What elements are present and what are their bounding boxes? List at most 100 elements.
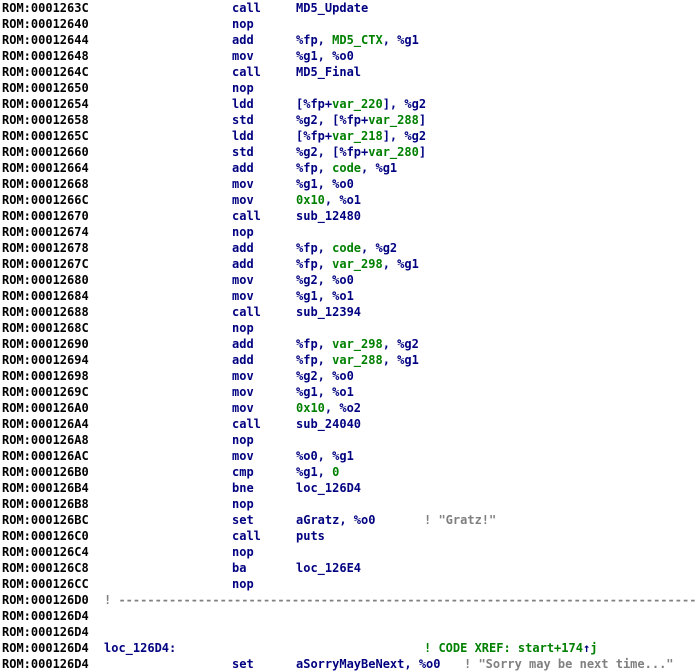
symbol-operand[interactable]: puts [296,529,325,543]
address[interactable]: ROM:00012658 [2,112,89,128]
operands[interactable]: %g1, %o1 [296,288,354,304]
address[interactable]: ROM:000126B8 [2,496,89,512]
mnemonic[interactable]: mov [232,288,254,304]
operands[interactable]: MD5_Update [296,0,368,16]
mnemonic[interactable]: nop [232,80,254,96]
listing-line[interactable]: ROM:000126B0 cmp %g1, 0 [0,464,698,480]
operands[interactable]: 0x10, %o2 [296,400,361,416]
mnemonic[interactable]: std [232,112,254,128]
address[interactable]: ROM:00012674 [2,224,89,240]
address[interactable]: ROM:00012688 [2,304,89,320]
mnemonic[interactable]: mov [232,368,254,384]
address[interactable]: ROM:00012650 [2,80,89,96]
address[interactable]: ROM:00012644 [2,32,89,48]
operands[interactable]: %g1, %o0 [296,176,354,192]
listing-line[interactable]: ROM:000126C4 nop [0,544,698,560]
listing-line[interactable]: ROM:000126CC nop [0,576,698,592]
code-label[interactable]: loc_126D4: [104,640,176,656]
operands[interactable]: 0x10, %o1 [296,192,361,208]
address[interactable]: ROM:0001265C [2,128,89,144]
listing-line[interactable]: ROM:0001265C ldd [%fp+var_218], %g2 [0,128,698,144]
address[interactable]: ROM:000126D4 [2,640,89,656]
mnemonic[interactable]: nop [232,432,254,448]
listing-line[interactable]: ROM:000126BC set aGratz, %o0 ! "Gratz!" [0,512,698,528]
listing-line[interactable]: ROM:000126D4 [0,608,698,624]
symbol-operand[interactable]: aGratz [296,513,339,527]
listing-line[interactable]: ROM:00012698 mov %g2, %o0 [0,368,698,384]
address[interactable]: ROM:000126D4 [2,656,89,672]
mnemonic[interactable]: add [232,336,254,352]
listing-line[interactable]: ROM:000126B8 nop [0,496,698,512]
mnemonic[interactable]: mov [232,48,254,64]
address[interactable]: ROM:00012698 [2,368,89,384]
mnemonic[interactable]: nop [232,544,254,560]
mnemonic[interactable]: nop [232,576,254,592]
mnemonic[interactable]: add [232,32,254,48]
listing-line[interactable]: ROM:000126B4 bne loc_126D4 [0,480,698,496]
operands[interactable]: aGratz, %o0 [296,512,375,528]
symbol-operand[interactable]: MD5_Update [296,1,368,15]
listing-line[interactable]: ROM:000126D0 ! --------------------------… [0,592,698,608]
listing-line[interactable]: ROM:00012658 std %g2, [%fp+var_288] [0,112,698,128]
mnemonic[interactable]: mov [232,448,254,464]
address[interactable]: ROM:000126A8 [2,432,89,448]
operands[interactable]: %fp, code, %g1 [296,160,397,176]
mnemonic[interactable]: mov [232,192,254,208]
address[interactable]: ROM:00012668 [2,176,89,192]
operands[interactable]: [%fp+var_218], %g2 [296,128,426,144]
mnemonic[interactable]: ba [232,560,246,576]
address[interactable]: ROM:0001268C [2,320,89,336]
mnemonic[interactable]: std [232,144,254,160]
symbol-operand[interactable]: loc_126E4 [296,561,361,575]
address[interactable]: ROM:000126BC [2,512,89,528]
listing-line[interactable]: ROM:00012674 nop [0,224,698,240]
mnemonic[interactable]: set [232,512,254,528]
address[interactable]: ROM:000126C0 [2,528,89,544]
listing-line[interactable]: ROM:00012664 add %fp, code, %g1 [0,160,698,176]
address[interactable]: ROM:0001266C [2,192,89,208]
listing-line[interactable]: ROM:00012690 add %fp, var_298, %g2 [0,336,698,352]
mnemonic[interactable]: call [232,304,261,320]
operands[interactable]: sub_12480 [296,208,361,224]
operands[interactable]: %fp, MD5_CTX, %g1 [296,32,419,48]
mnemonic[interactable]: call [232,416,261,432]
operands[interactable]: loc_126D4 [296,480,361,496]
operands[interactable]: sub_24040 [296,416,361,432]
listing-line[interactable]: ROM:0001263C call MD5_Update [0,0,698,16]
disassembly-listing[interactable]: ROM:0001263C call MD5_Update ROM:00012640 no… [0,0,698,672]
mnemonic[interactable]: cmp [232,464,254,480]
address[interactable]: ROM:0001263C [2,0,89,16]
symbol-operand[interactable]: aSorryMayBeNext [296,657,404,671]
address[interactable]: ROM:000126A4 [2,416,89,432]
operands[interactable]: %fp, var_298, %g1 [296,256,419,272]
address[interactable]: ROM:000126C8 [2,560,89,576]
listing-line[interactable]: ROM:0001267C add %fp, var_298, %g1 [0,256,698,272]
mnemonic[interactable]: bne [232,480,254,496]
mnemonic[interactable]: mov [232,176,254,192]
mnemonic[interactable]: mov [232,400,254,416]
listing-line[interactable]: ROM:00012648 mov %g1, %o0 [0,48,698,64]
operands[interactable]: %fp, var_288, %g1 [296,352,419,368]
address[interactable]: ROM:000126D4 [2,608,89,624]
operands[interactable]: %g2, %o0 [296,272,354,288]
address[interactable]: ROM:000126CC [2,576,89,592]
address[interactable]: ROM:00012654 [2,96,89,112]
listing-line[interactable]: ROM:00012650 nop [0,80,698,96]
symbol-operand[interactable]: MD5_Final [296,65,361,79]
mnemonic[interactable]: call [232,64,261,80]
mnemonic[interactable]: nop [232,496,254,512]
mnemonic[interactable]: call [232,0,261,16]
address[interactable]: ROM:00012684 [2,288,89,304]
listing-line[interactable]: ROM:00012684 mov %g1, %o1 [0,288,698,304]
operands[interactable]: sub_12394 [296,304,361,320]
address[interactable]: ROM:000126AC [2,448,89,464]
listing-line[interactable]: ROM:000126A4 call sub_24040 [0,416,698,432]
listing-line[interactable]: ROM:000126A0 mov 0x10, %o2 [0,400,698,416]
operands[interactable]: [%fp+var_220], %g2 [296,96,426,112]
listing-line[interactable]: ROM:00012694 add %fp, var_288, %g1 [0,352,698,368]
operands[interactable]: puts [296,528,325,544]
mnemonic[interactable]: nop [232,320,254,336]
operands[interactable]: %g2, [%fp+var_288] [296,112,426,128]
address[interactable]: ROM:000126D4 [2,624,89,640]
listing-line[interactable]: ROM:000126AC mov %o0, %g1 [0,448,698,464]
